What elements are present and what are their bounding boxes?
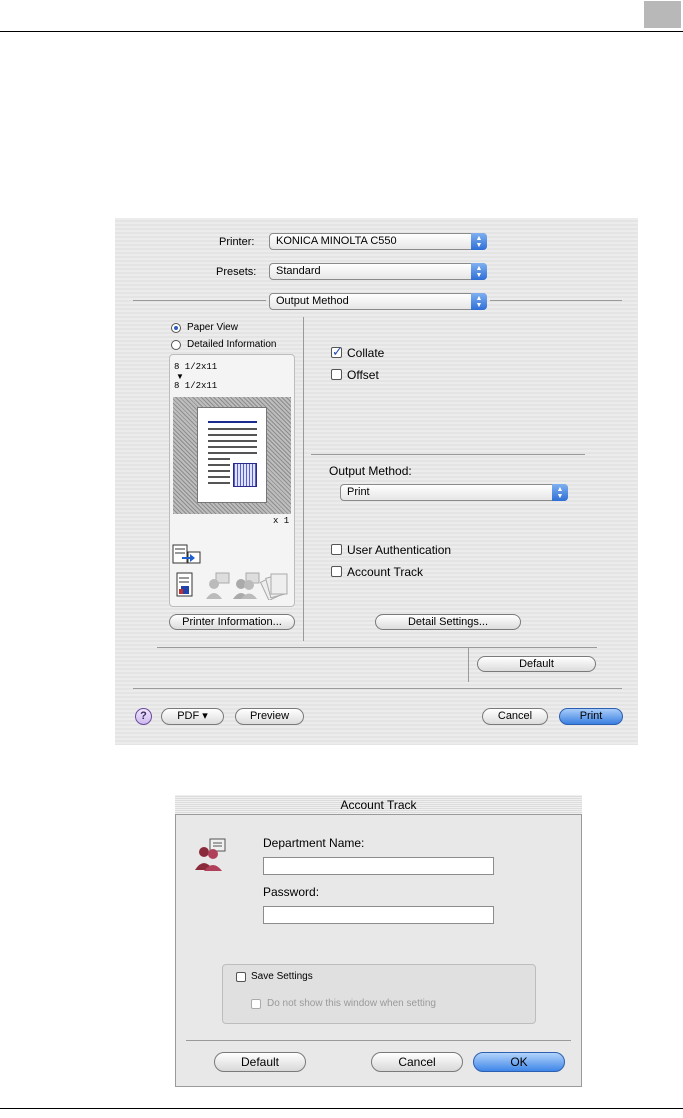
paper-view-label: Paper View	[187, 322, 238, 333]
output-method-popup[interactable]: Print ▲ ▼	[340, 484, 568, 501]
footer-rule	[0, 1108, 683, 1109]
popup-arrows-icon: ▲ ▼	[552, 484, 568, 501]
panel-popup[interactable]: Output Method ▲ ▼	[269, 293, 487, 310]
dialog-title: Account Track	[340, 798, 417, 812]
collate-label: Collate	[347, 346, 385, 360]
save-settings-checkbox[interactable]	[236, 972, 246, 982]
offset-checkbox[interactable]	[331, 369, 342, 380]
divider	[468, 648, 469, 682]
presets-popup[interactable]: Standard ▲ ▼	[269, 263, 487, 280]
popup-arrows-icon: ▲ ▼	[471, 263, 487, 280]
detailed-information-radio[interactable]	[171, 340, 181, 350]
separator	[133, 688, 622, 689]
preview-button[interactable]: Preview	[235, 708, 304, 725]
printer-popup[interactable]: KONICA MINOLTA C550 ▲ ▼	[269, 233, 487, 250]
account-track-users-icon	[193, 838, 229, 872]
printer-value: KONICA MINOLTA C550	[276, 235, 397, 247]
password-label: Password:	[263, 885, 320, 899]
paper-size-input: 8 1/2x11	[174, 362, 218, 372]
separator	[133, 300, 266, 301]
department-name-label: Department Name:	[263, 836, 365, 850]
header-rule	[0, 31, 683, 32]
account-track-icon	[232, 572, 262, 600]
output-method-value: Print	[347, 486, 370, 498]
paper-stack-icon	[260, 570, 290, 600]
department-name-input[interactable]	[263, 857, 494, 875]
printer-information-button[interactable]: Printer Information...	[169, 614, 295, 630]
detailed-information-label: Detailed Information	[187, 339, 277, 350]
account-track-label: Account Track	[347, 565, 424, 579]
arrow-down-icon: ▼	[176, 372, 184, 381]
page-number-badge	[644, 1, 681, 28]
help-button[interactable]: ?	[135, 708, 152, 725]
detail-settings-button[interactable]: Detail Settings...	[375, 614, 521, 630]
document-icon	[176, 572, 194, 598]
ok-button[interactable]: OK	[473, 1052, 565, 1072]
user-authentication-checkbox[interactable]	[331, 544, 342, 555]
copies-count: x 1	[273, 516, 290, 526]
checkmark-icon: ✓	[332, 344, 343, 359]
print-to-printer-icon	[172, 544, 202, 566]
staple-preview-icon	[233, 463, 257, 487]
separator	[311, 454, 585, 455]
offset-label: Offset	[347, 368, 379, 382]
account-track-checkbox[interactable]	[331, 566, 342, 577]
separator	[157, 647, 597, 648]
account-track-dialog	[175, 795, 582, 1087]
output-method-label: Output Method:	[329, 464, 412, 478]
do-not-show-checkbox[interactable]	[251, 999, 261, 1009]
preview-sheet	[197, 407, 267, 503]
popup-arrows-icon: ▲ ▼	[471, 233, 487, 250]
printer-label: Printer:	[219, 236, 255, 248]
column-divider	[303, 317, 304, 641]
password-input[interactable]	[263, 906, 494, 924]
presets-value: Standard	[276, 265, 321, 277]
separator	[490, 300, 622, 301]
user-authentication-label: User Authentication	[347, 543, 452, 557]
cancel-button[interactable]: Cancel	[482, 708, 548, 725]
do-not-show-label: Do not show this window when setting	[267, 998, 436, 1009]
user-authentication-icon	[204, 572, 232, 600]
default-button[interactable]: Default	[214, 1052, 306, 1072]
collate-checkbox[interactable]: ✓	[331, 344, 343, 359]
print-button[interactable]: Print	[559, 708, 623, 725]
separator	[186, 1040, 571, 1041]
default-button[interactable]: Default	[477, 656, 596, 672]
panel-value: Output Method	[276, 295, 349, 307]
paper-size-output: 8 1/2x11	[174, 381, 218, 391]
account-track-titlebar[interactable]: Account Track	[175, 795, 582, 815]
pdf-button[interactable]: PDF ▾	[161, 708, 224, 725]
save-settings-label: Save Settings	[251, 971, 313, 982]
presets-label: Presets:	[216, 266, 257, 278]
popup-arrows-icon: ▲ ▼	[471, 293, 487, 310]
paper-view-radio[interactable]	[171, 323, 181, 333]
cancel-button[interactable]: Cancel	[371, 1052, 463, 1072]
